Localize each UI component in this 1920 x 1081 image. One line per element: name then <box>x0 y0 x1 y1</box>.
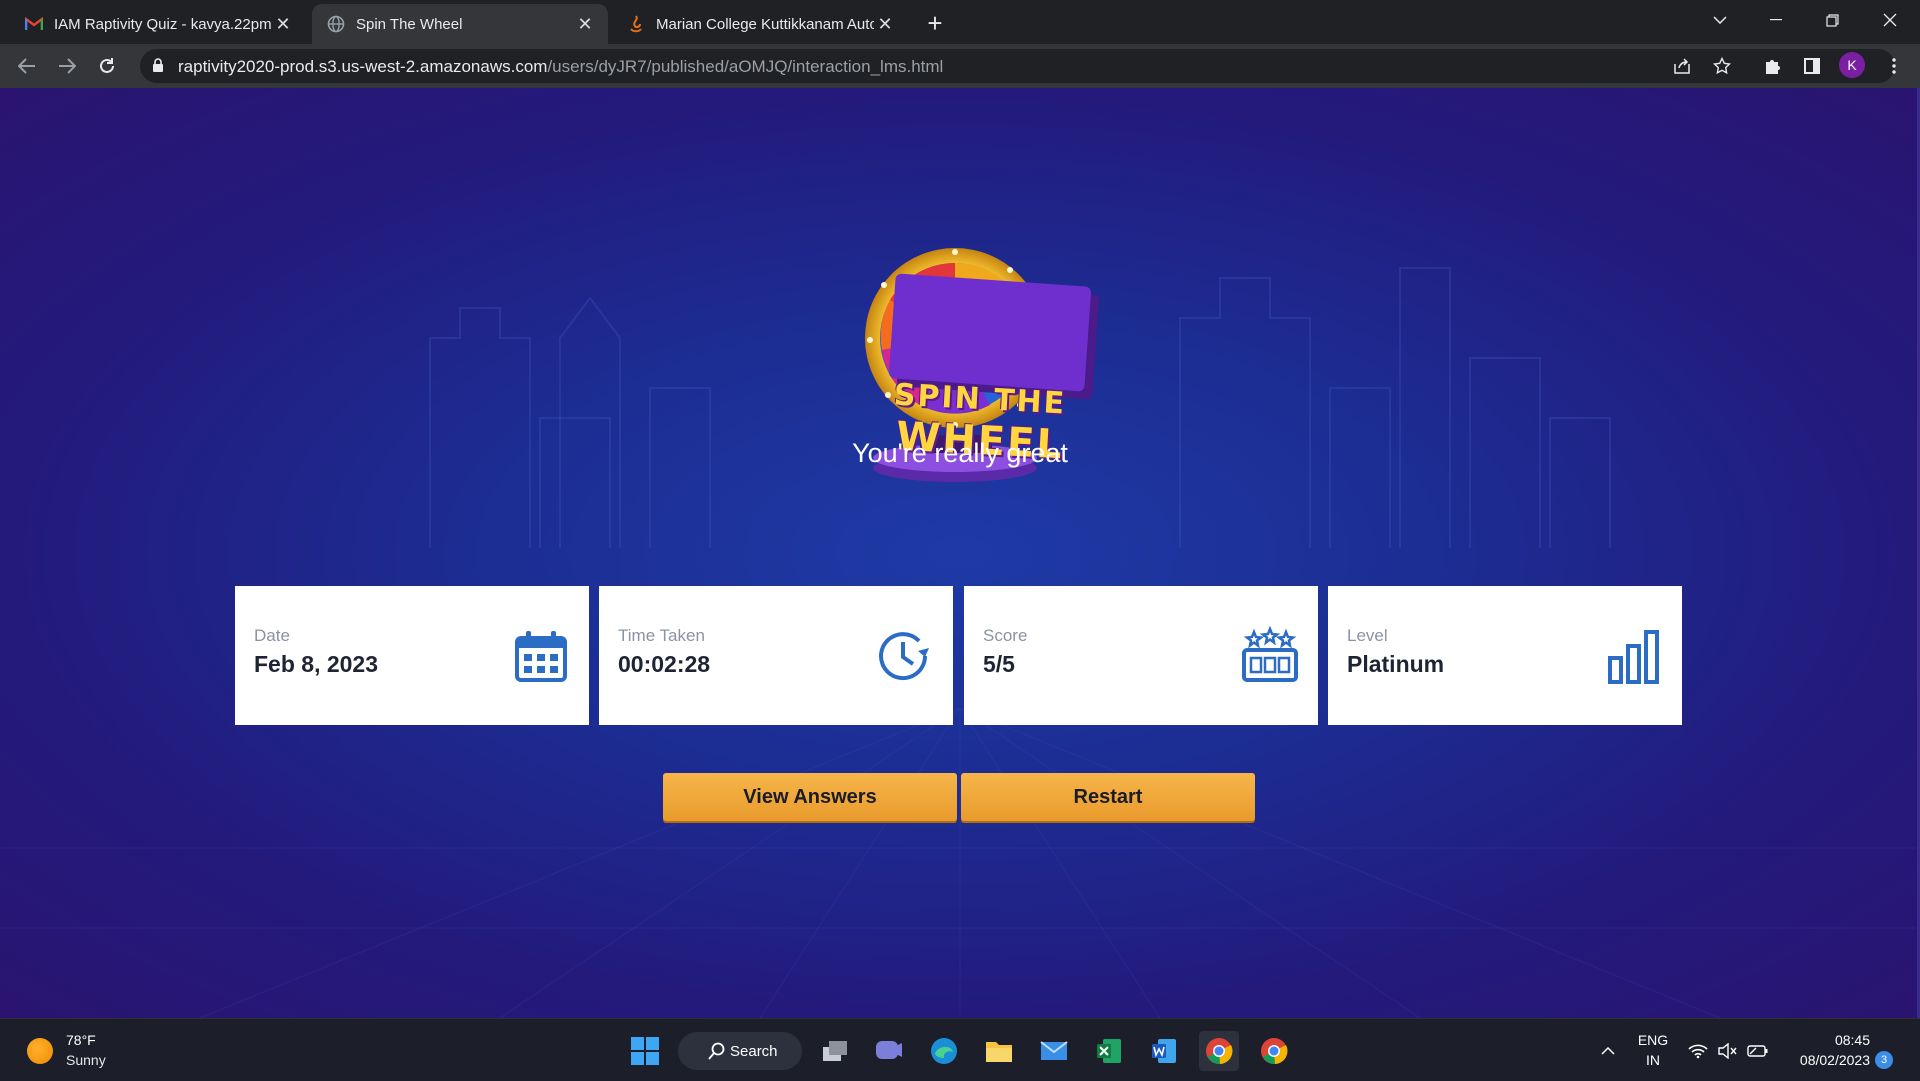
result-headline: You're really great <box>852 438 1068 468</box>
score-stars-icon <box>1240 625 1300 686</box>
time-taken-card: Time Taken 00:02:28 <box>599 586 953 725</box>
language-line2[interactable]: IN <box>1636 1052 1670 1068</box>
task-view-icon[interactable] <box>815 1031 855 1071</box>
tray-chevron-up-icon[interactable] <box>1590 1031 1626 1071</box>
date-card: Date Feb 8, 2023 <box>235 586 589 725</box>
share-icon[interactable] <box>1667 51 1697 81</box>
page-viewport: SPIN THE WHEEL You're really great Date … <box>0 88 1920 1018</box>
url-text: raptivity2020-prod.s3.us-west-2.amazonaw… <box>178 57 943 77</box>
tab-title: Spin The Wheel <box>356 15 463 33</box>
windows-start-icon[interactable] <box>625 1031 665 1071</box>
side-panel-icon[interactable] <box>1797 51 1827 81</box>
weather-temperature[interactable]: 78°F <box>66 1032 96 1048</box>
tab-marian-college[interactable]: Marian College Kuttikkanam Auto ✕ <box>612 4 908 44</box>
tab-spin-the-wheel[interactable]: Spin The Wheel ✕ <box>312 4 608 44</box>
tab-title: IAM Raptivity Quiz - kavya.22pm <box>54 15 272 33</box>
language-line1[interactable]: ENG <box>1636 1032 1670 1048</box>
tab-gmail[interactable]: IAM Raptivity Quiz - kavya.22pm ✕ <box>10 4 306 44</box>
browser-toolbar: raptivity2020-prod.s3.us-west-2.amazonaw… <box>0 44 1920 88</box>
url-host: raptivity2020-prod.s3.us-west-2.amazonaw… <box>178 57 548 76</box>
level-value: Platinum <box>1347 651 1445 677</box>
search-icon <box>708 1042 726 1064</box>
close-window-button[interactable] <box>1862 0 1918 40</box>
battery-icon[interactable] <box>1740 1031 1776 1071</box>
lock-icon <box>152 58 164 78</box>
profile-avatar[interactable]: K <box>1839 52 1865 78</box>
minimize-button[interactable] <box>1748 0 1804 40</box>
time-taken-label: Time Taken <box>618 626 705 645</box>
close-tab-icon[interactable]: ✕ <box>272 13 294 35</box>
windows-taskbar: 78°F Sunny Search ENG IN 08:45 08/02/202… <box>0 1018 1920 1081</box>
view-answers-button[interactable]: View Answers <box>663 773 957 821</box>
score-label: Score <box>983 626 1028 645</box>
more-menu-icon[interactable] <box>1879 51 1909 81</box>
score-value: 5/5 <box>983 651 1015 677</box>
clock-icon <box>875 626 935 686</box>
calendar-icon <box>511 626 571 686</box>
teams-chat-icon[interactable] <box>869 1031 909 1071</box>
score-card: Score 5/5 <box>964 586 1318 725</box>
forward-arrow-icon[interactable] <box>52 51 82 81</box>
gmail-icon <box>24 14 44 34</box>
new-tab-button[interactable]: + <box>920 8 950 38</box>
extensions-puzzle-icon[interactable] <box>1757 51 1787 81</box>
globe-icon <box>326 14 346 34</box>
close-tab-icon[interactable]: ✕ <box>574 13 596 35</box>
level-card: Level Platinum <box>1328 586 1682 725</box>
mail-icon[interactable] <box>1034 1031 1074 1071</box>
back-arrow-icon[interactable] <box>12 51 42 81</box>
site-icon <box>626 14 646 34</box>
notification-badge[interactable]: 3 <box>1875 1051 1893 1069</box>
word-icon[interactable] <box>1144 1031 1184 1071</box>
clock-date[interactable]: 08/02/2023 <box>1780 1052 1870 1068</box>
browser-tab-strip: IAM Raptivity Quiz - kavya.22pm ✕ Spin T… <box>0 0 1920 44</box>
time-taken-value: 00:02:28 <box>618 651 711 677</box>
level-label: Level <box>1347 626 1388 645</box>
sun-weather-icon[interactable] <box>27 1038 53 1064</box>
tab-title: Marian College Kuttikkanam Auto <box>656 15 874 33</box>
date-label: Date <box>254 626 290 645</box>
file-explorer-icon[interactable] <box>979 1031 1019 1071</box>
bookmark-star-icon[interactable] <box>1707 51 1737 81</box>
search-label: Search <box>730 1042 778 1060</box>
city-skyline-background <box>0 267 1920 1018</box>
address-bar[interactable]: raptivity2020-prod.s3.us-west-2.amazonaw… <box>140 49 1895 83</box>
restore-button[interactable] <box>1804 0 1860 40</box>
close-tab-icon[interactable]: ✕ <box>874 13 896 35</box>
bar-chart-icon <box>1604 626 1664 686</box>
chrome-icon-active[interactable] <box>1199 1031 1239 1071</box>
tab-search-chevron-icon[interactable] <box>1692 0 1748 40</box>
chrome-icon[interactable] <box>1254 1031 1294 1071</box>
restart-button[interactable]: Restart <box>961 773 1255 821</box>
taskbar-search-button[interactable]: Search <box>678 1032 802 1070</box>
reload-icon[interactable] <box>92 51 122 81</box>
weather-condition[interactable]: Sunny <box>66 1052 106 1068</box>
clock-time[interactable]: 08:45 <box>1780 1032 1870 1048</box>
edge-browser-icon[interactable] <box>924 1031 964 1071</box>
date-value: Feb 8, 2023 <box>254 651 379 677</box>
url-path: /users/dyJR7/published/aOMJQ/interaction… <box>547 57 944 76</box>
excel-icon[interactable] <box>1089 1031 1129 1071</box>
